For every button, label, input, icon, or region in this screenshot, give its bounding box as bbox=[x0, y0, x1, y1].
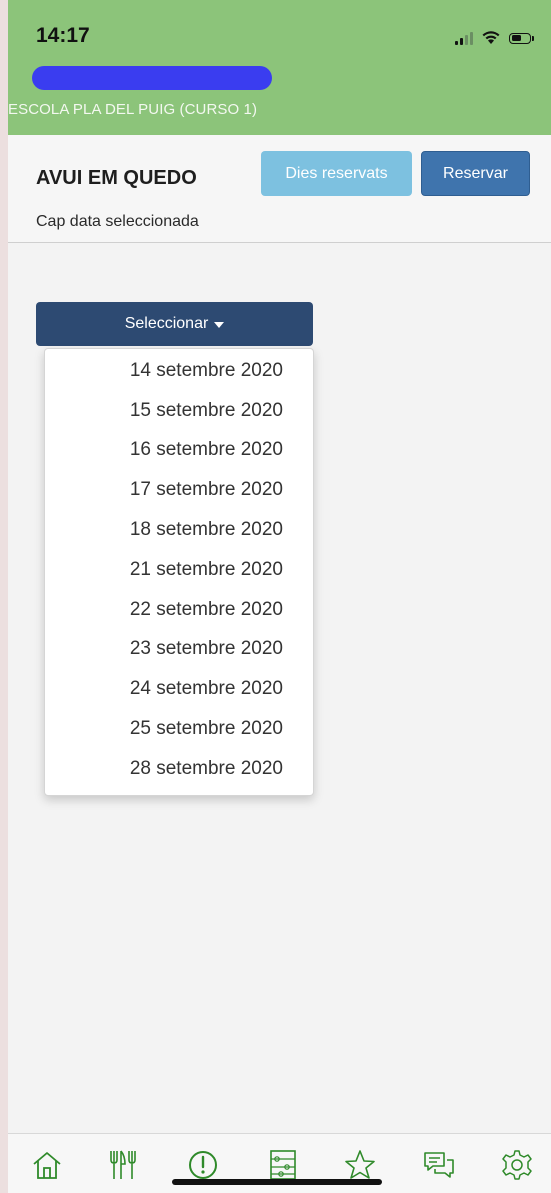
cellular-signal-icon bbox=[455, 31, 473, 45]
abacus-icon bbox=[270, 1150, 296, 1180]
status-time: 14:17 bbox=[36, 24, 90, 47]
battery-icon bbox=[509, 31, 537, 45]
school-name: ESCOLA PLA DEL PUIG (CURSO 1) bbox=[8, 101, 258, 118]
caret-down-icon bbox=[214, 322, 225, 328]
wifi-icon bbox=[482, 31, 500, 44]
booked-days-button[interactable]: Dies reservats bbox=[261, 151, 412, 196]
tab-messages[interactable] bbox=[422, 1148, 456, 1182]
tab-alerts[interactable] bbox=[186, 1148, 220, 1182]
selection-status: Cap data seleccionada bbox=[36, 213, 199, 230]
date-option[interactable]: 16 setembre 2020 bbox=[45, 431, 313, 471]
tab-attendance[interactable] bbox=[266, 1148, 300, 1182]
status-icons bbox=[455, 27, 537, 45]
app-screen: 14:17 ESCOLA PLA DEL PUIG (CURSO 1) AVUI… bbox=[8, 0, 551, 1193]
cutlery-icon bbox=[110, 1150, 136, 1179]
date-select-button[interactable]: Seleccionar bbox=[36, 302, 313, 346]
alert-icon bbox=[189, 1151, 217, 1179]
date-option[interactable]: 22 setembre 2020 bbox=[45, 590, 313, 630]
star-icon bbox=[345, 1150, 375, 1179]
book-button[interactable]: Reservar bbox=[421, 151, 530, 196]
date-option[interactable]: 17 setembre 2020 bbox=[45, 470, 313, 510]
date-dropdown-menu: 14 setembre 2020 15 setembre 2020 16 setem… bbox=[44, 348, 314, 796]
date-option[interactable]: 25 setembre 2020 bbox=[45, 709, 313, 749]
tab-menu[interactable] bbox=[105, 1148, 139, 1182]
app-header: 14:17 ESCOLA PLA DEL PUIG (CURSO 1) bbox=[8, 0, 551, 135]
tab-favorites[interactable] bbox=[343, 1148, 377, 1182]
date-option[interactable]: 28 setembre 2020 bbox=[45, 749, 313, 789]
date-option[interactable]: 21 setembre 2020 bbox=[45, 550, 313, 590]
tab-home[interactable] bbox=[30, 1148, 64, 1182]
date-option[interactable]: 18 setembre 2020 bbox=[45, 510, 313, 550]
page-title: AVUI EM QUEDO bbox=[36, 167, 197, 189]
date-select-label: Seleccionar bbox=[124, 315, 209, 332]
date-option[interactable]: 15 setembre 2020 bbox=[45, 391, 313, 431]
chat-icon bbox=[424, 1152, 454, 1178]
booking-toolbar: AVUI EM QUEDO Dies reservats Reservar Ca… bbox=[8, 135, 551, 243]
home-indicator bbox=[172, 1179, 382, 1185]
redacted-user-name bbox=[32, 66, 272, 90]
date-option[interactable]: 23 setembre 2020 bbox=[45, 630, 313, 670]
date-option[interactable]: 24 setembre 2020 bbox=[45, 669, 313, 709]
date-option[interactable]: 14 setembre 2020 bbox=[45, 351, 313, 391]
tab-settings[interactable] bbox=[500, 1148, 534, 1182]
gear-icon bbox=[502, 1150, 532, 1180]
home-icon bbox=[33, 1152, 61, 1179]
